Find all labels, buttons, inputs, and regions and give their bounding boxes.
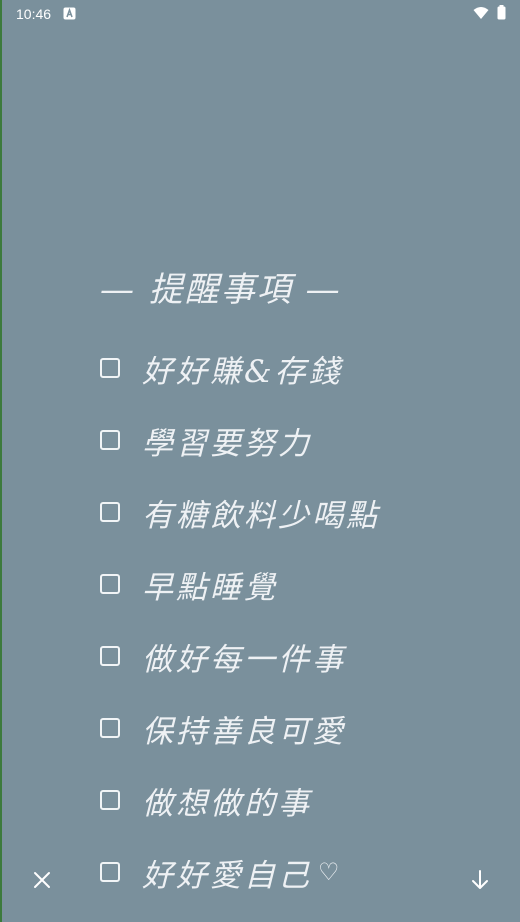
status-right [473,4,506,24]
checkbox-icon [100,358,120,378]
checkbox-icon [100,790,120,810]
checklist-item-text: 保持善良可愛 [142,713,346,750]
heart-icon: ♡ [318,858,340,886]
checklist-item-text: 好好愛自己 [142,857,312,894]
checklist-item: 做好每一件事 [100,620,380,692]
checklist-item-text: 做好每一件事 [142,641,346,678]
checklist-item-text: 早點睡覺 [142,569,278,606]
a-notification-icon [63,5,76,24]
checklist-item: 好好愛自己 ♡ [100,836,380,908]
checklist: 好好賺&存錢 學習要努力 有糖飲料少喝點 早點睡覺 做好每一件事 保持善良可愛 … [100,332,380,908]
checklist-item-text: 好好賺&存錢 [142,353,343,390]
arrow-down-icon [472,870,488,889]
checklist-item-text: 有糖飲料少喝點 [142,497,380,534]
status-bar: 10:46 [0,0,520,28]
checkbox-icon [100,430,120,450]
checkbox-icon [100,646,120,666]
checklist-item: 學習要努力 [100,404,380,476]
checklist-item: 早點睡覺 [100,548,380,620]
checklist-item-text: 做想做的事 [142,785,312,822]
status-time: 10:46 [16,6,52,22]
download-button[interactable] [466,866,494,894]
checkbox-icon [100,862,120,882]
checklist-item: 做想做的事 [100,764,380,836]
close-button[interactable] [28,866,56,894]
battery-icon [497,4,506,24]
checklist-item: 好好賺&存錢 [100,332,380,404]
checkbox-icon [100,574,120,594]
wifi-icon [473,5,489,24]
checklist-item-text: 學習要努力 [142,425,312,462]
checkbox-icon [100,718,120,738]
close-icon [34,872,50,888]
checkbox-icon [100,502,120,522]
checklist-item: 有糖飲料少喝點 [100,476,380,548]
status-left: 10:46 [16,5,76,24]
note-heading: — 提醒事項 — [100,270,342,310]
checklist-item: 保持善良可愛 [100,692,380,764]
